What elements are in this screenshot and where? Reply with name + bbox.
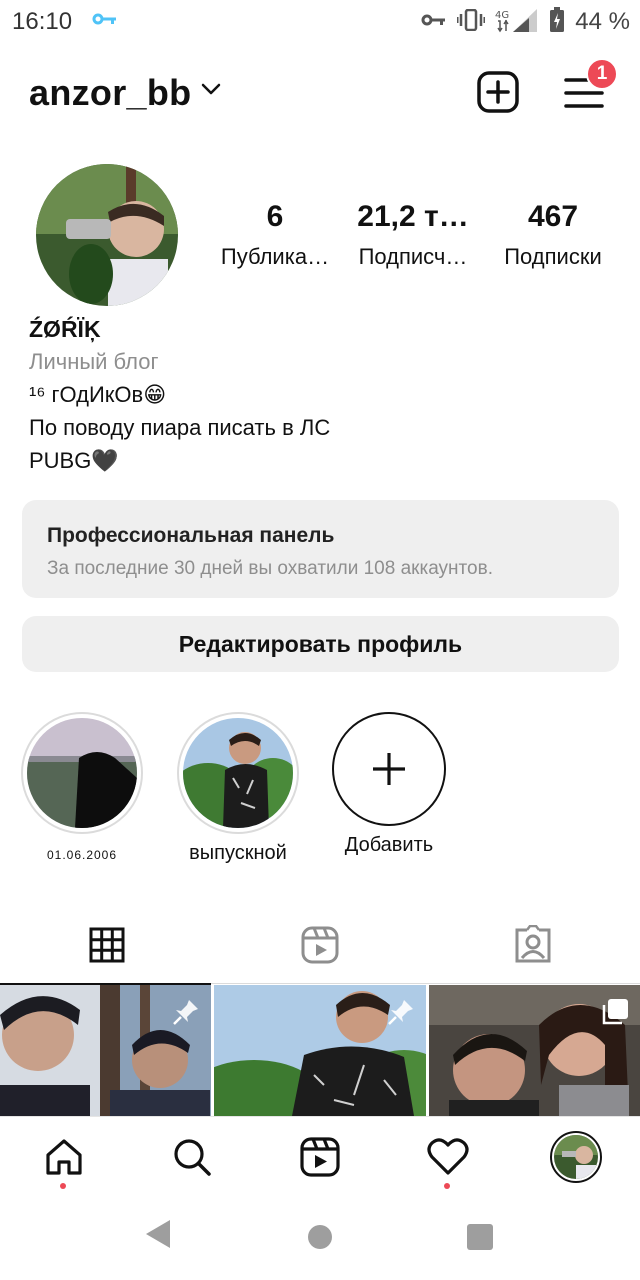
post-thumbnail[interactable]	[428, 985, 640, 1116]
stat-posts-label: Публика…	[220, 244, 330, 269]
highlight-cover	[183, 718, 293, 828]
carousel-icon	[600, 997, 630, 1032]
profile-bio: ŹØŔÏĶ Личный блог ¹⁶ гОдИкОв😁 По поводу …	[29, 312, 619, 477]
pin-icon	[171, 997, 201, 1032]
tab-reels[interactable]	[213, 906, 426, 984]
highlight-ring	[177, 712, 299, 834]
grid-icon	[89, 927, 124, 963]
tab-tagged[interactable]	[426, 906, 639, 984]
notification-badge: 1	[586, 58, 618, 90]
stat-following-value: 467	[527, 200, 579, 233]
stat-followers[interactable]: 21,2 т… Подписч…	[348, 200, 478, 270]
profile-category: Личный блог	[29, 349, 159, 374]
status-icons: 4G 44 %	[421, 6, 630, 38]
plus-square-icon	[477, 71, 519, 113]
system-navigation-bar	[0, 1196, 640, 1280]
stat-posts-value: 6	[266, 200, 284, 233]
pro-panel-subtitle: За последние 30 дней вы охватили 108 акк…	[47, 558, 493, 579]
battery-percent: 44 %	[575, 8, 630, 35]
key-icon	[92, 12, 118, 31]
bio-line: PUBG🖤	[29, 448, 119, 473]
posts-grid	[0, 985, 640, 1116]
highlight-item[interactable]: 01.06.2006	[7, 712, 157, 862]
stat-following[interactable]: 467 Подписки	[488, 200, 618, 270]
highlight-cover	[27, 718, 137, 828]
notification-dot	[60, 1183, 66, 1189]
network-type: 4G	[495, 10, 509, 21]
highlight-label: выпускной	[189, 842, 287, 864]
add-highlight[interactable]: Добавить	[314, 712, 464, 857]
highlight-label: 01.06.2006	[46, 848, 118, 862]
highlight-item[interactable]: выпускной	[163, 712, 313, 865]
nav-profile[interactable]	[512, 1117, 640, 1197]
vpn-key-icon	[421, 13, 447, 32]
tab-posts-grid[interactable]	[0, 906, 213, 985]
reels-icon	[300, 1137, 340, 1177]
heart-icon	[427, 1138, 469, 1175]
nav-home[interactable]	[0, 1117, 128, 1197]
highlight-label: Добавить	[344, 834, 434, 856]
profile-header: anzor_bb 1	[0, 58, 640, 126]
stat-followers-label: Подписч…	[358, 244, 468, 269]
post-thumbnail[interactable]	[0, 985, 212, 1116]
username-switcher[interactable]: anzor_bb	[29, 72, 191, 114]
notification-dot	[444, 1183, 450, 1189]
avatar-image	[554, 1135, 598, 1179]
edit-profile-button[interactable]: Редактировать профиль	[22, 616, 619, 672]
stat-posts[interactable]: 6 Публика…	[210, 200, 340, 270]
status-bar: 16:10 4G 44 %	[0, 0, 640, 44]
profile-stats: 6 Публика… 21,2 т… Подписч… 467 Подписки	[210, 200, 620, 280]
nav-search[interactable]	[128, 1117, 256, 1197]
home-circle-icon[interactable]	[306, 1223, 334, 1256]
nav-activity[interactable]	[384, 1117, 512, 1197]
stat-followers-value: 21,2 т…	[357, 200, 469, 233]
reels-icon	[301, 926, 338, 964]
back-icon[interactable]	[144, 1218, 172, 1255]
vibrate-icon	[456, 8, 486, 36]
battery-icon	[549, 6, 565, 38]
bio-line: ¹⁶ гОдИкОв😁	[29, 382, 167, 407]
stat-following-label: Подписки	[504, 244, 602, 269]
highlight-ring	[21, 712, 143, 834]
home-icon	[46, 1139, 82, 1175]
plus-icon	[373, 753, 405, 785]
status-time: 16:10	[12, 8, 73, 35]
post-thumbnail[interactable]	[214, 985, 426, 1116]
chevron-down-icon[interactable]	[200, 82, 222, 101]
profile-tabs	[0, 906, 640, 985]
create-post-button[interactable]	[476, 70, 520, 114]
profile-avatar[interactable]	[550, 1131, 602, 1183]
bottom-navigation	[0, 1116, 640, 1196]
display-name: ŹØŔÏĶ	[29, 316, 101, 342]
add-highlight-circle[interactable]	[332, 712, 446, 826]
nav-reels[interactable]	[256, 1117, 384, 1197]
signal-icon: 4G	[495, 7, 539, 38]
bio-line: По поводу пиара писать в ЛС	[29, 415, 331, 440]
recents-icon[interactable]	[466, 1223, 494, 1256]
pin-icon	[386, 997, 416, 1032]
professional-dashboard[interactable]: Профессиональная панель За последние 30 …	[22, 500, 619, 598]
tagged-icon	[515, 925, 550, 963]
pro-panel-title: Профессиональная панель	[47, 524, 335, 547]
profile-avatar[interactable]	[36, 164, 178, 306]
search-icon	[174, 1139, 211, 1176]
